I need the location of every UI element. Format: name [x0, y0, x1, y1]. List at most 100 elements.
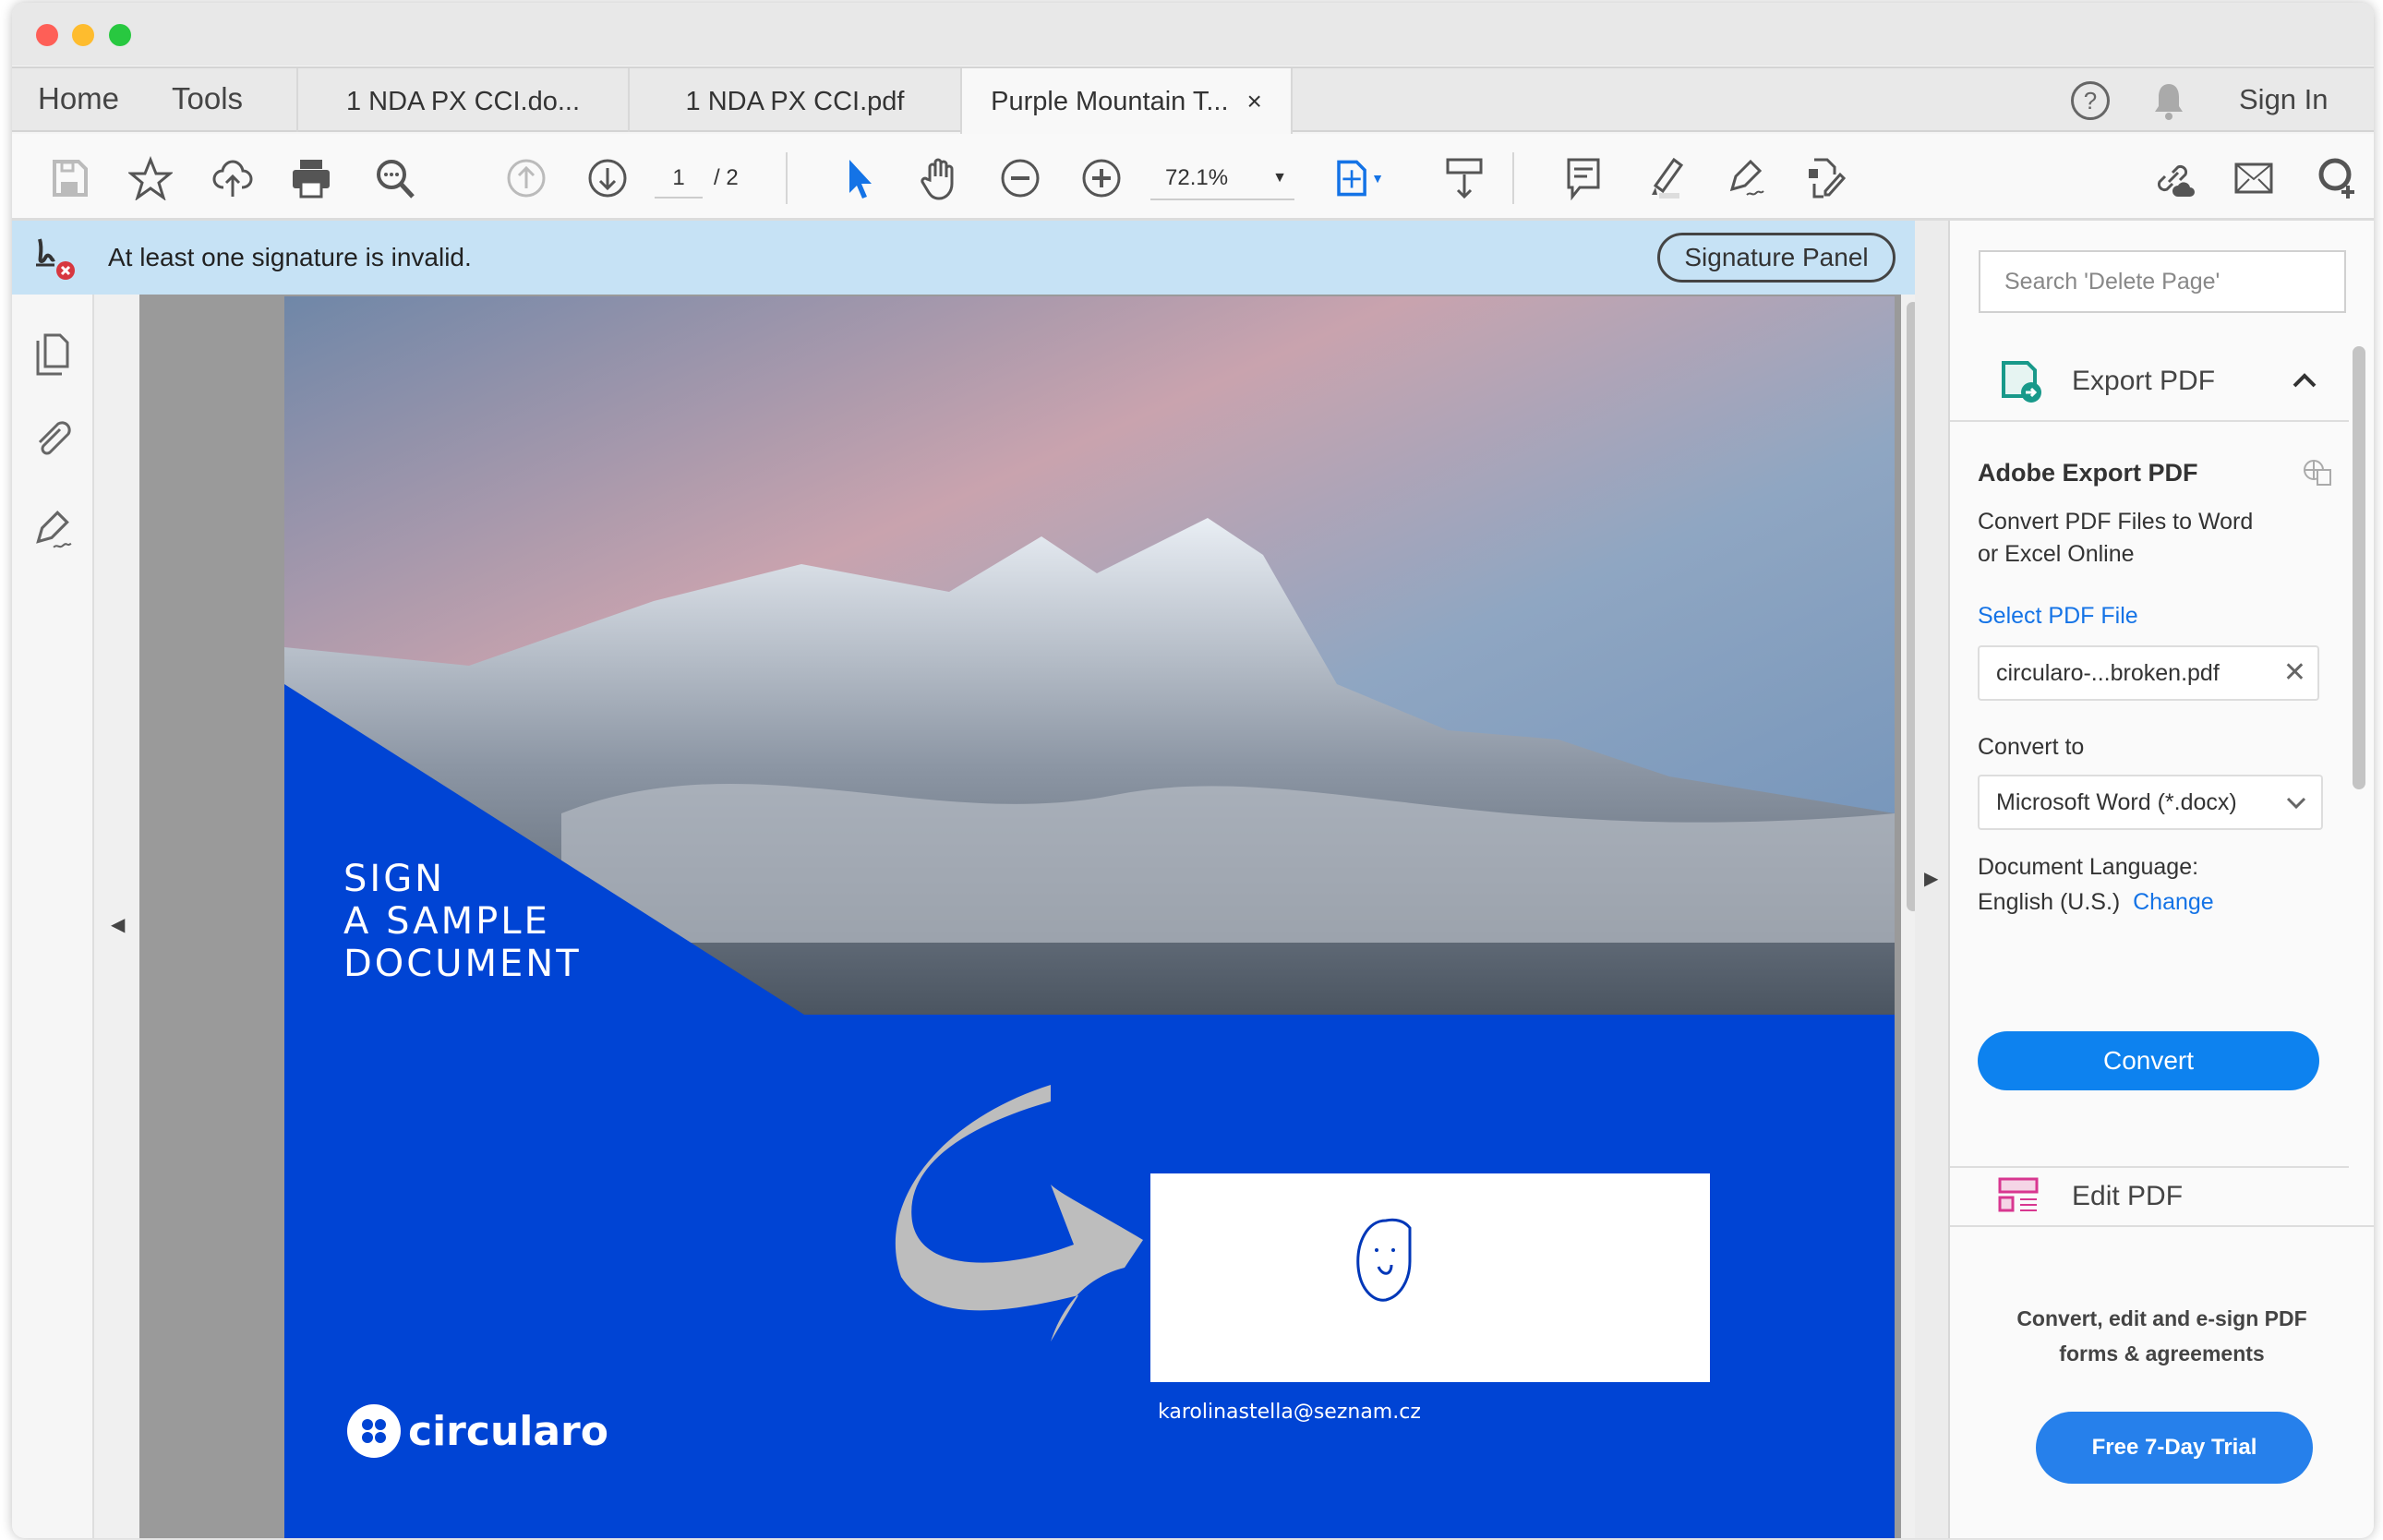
description-line: or Excel Online — [1978, 541, 2135, 567]
page-total: / 2 — [714, 165, 739, 190]
nav-home[interactable]: Home — [38, 68, 119, 132]
tab-document-active[interactable]: Purple Mountain T... × — [960, 68, 1293, 134]
left-navigation-pane — [12, 295, 94, 1538]
zoom-level-select[interactable]: 72.1% ▼ — [1150, 160, 1294, 200]
tab-label: Purple Mountain T... — [991, 87, 1229, 116]
tools-pane: Search 'Delete Page' Export PDF Adobe Ex… — [1950, 221, 2374, 1538]
share-link-icon[interactable] — [2147, 152, 2198, 204]
promo-text: Convert, edit and e-sign PDF forms & agr… — [1950, 1301, 2374, 1371]
signature-box[interactable] — [1150, 1173, 1710, 1382]
fill-sign-icon[interactable] — [1719, 152, 1771, 204]
convert-button[interactable]: Convert — [1978, 1031, 2319, 1090]
chevron-down-icon: ▼ — [1272, 170, 1287, 186]
attachments-icon[interactable] — [32, 416, 73, 463]
edit-pdf-tool-icon — [1998, 1177, 2039, 1212]
promo-divider — [1950, 1225, 2374, 1227]
free-trial-button[interactable]: Free 7-Day Trial — [2036, 1412, 2313, 1484]
zoom-level-value: 72.1% — [1165, 165, 1229, 190]
signature-panel-button[interactable]: Signature Panel — [1657, 233, 1896, 283]
hand-tool-icon[interactable] — [913, 152, 965, 204]
tools-pane-scrollbar[interactable] — [2353, 346, 2365, 789]
scrolling-mode-icon[interactable] — [1438, 152, 1490, 204]
tab-close-icon[interactable]: × — [1247, 87, 1262, 115]
pdf-page: SIGN A SAMPLE DOCUMENT karolinastella@se… — [284, 296, 1895, 1538]
language-value: English (U.S.) — [1978, 889, 2121, 915]
nav-tools[interactable]: Tools — [172, 68, 243, 132]
section-title: Adobe Export PDF — [1978, 459, 2198, 487]
minimize-window-button[interactable] — [72, 24, 94, 46]
export-pdf-title: Export PDF — [2072, 366, 2216, 396]
change-language-link[interactable]: Change — [2133, 889, 2214, 915]
tab-document-2[interactable]: 1 NDA PX CCI.pdf — [628, 68, 960, 132]
print-icon[interactable] — [285, 152, 337, 204]
headline-line: DOCUMENT — [343, 943, 582, 985]
bookmark-star-icon[interactable] — [125, 152, 176, 204]
headline-line: A SAMPLE — [343, 900, 550, 943]
tab-bar: Home Tools 1 NDA PX CCI.do... 1 NDA PX C… — [12, 66, 2374, 134]
clear-file-icon[interactable]: ✕ — [2283, 647, 2306, 699]
fit-page-icon[interactable]: ▼ — [1332, 152, 1384, 204]
toolbar-divider — [1512, 152, 1514, 204]
previous-page-icon[interactable] — [500, 152, 552, 204]
headline-line: SIGN — [343, 858, 446, 900]
help-icon[interactable]: ? — [2071, 81, 2110, 120]
promo-line: Convert, edit and e-sign PDF — [2016, 1306, 2307, 1330]
convert-to-label: Convert to — [1978, 734, 2085, 760]
find-icon[interactable] — [369, 152, 421, 204]
toolbar-divider — [786, 152, 788, 204]
select-pdf-file-link[interactable]: Select PDF File — [1978, 603, 2138, 630]
chevron-up-icon[interactable] — [2292, 372, 2317, 389]
highlight-icon[interactable] — [1639, 152, 1691, 204]
bell-icon[interactable] — [2150, 81, 2187, 122]
page-thumbnails-icon[interactable] — [32, 331, 73, 378]
tab-label: 1 NDA PX CCI.do... — [345, 87, 581, 116]
signature-alert-bar: At least one signature is invalid. Signa… — [12, 221, 1915, 295]
collapse-right-pane-icon[interactable]: ▶ — [1924, 867, 1938, 890]
export-pdf-header[interactable]: Export PDF — [1950, 341, 2349, 422]
zoom-out-icon[interactable] — [994, 152, 1046, 204]
select-tool-icon[interactable] — [833, 152, 885, 204]
file-name: circularo-...broken.pdf — [1996, 660, 2220, 686]
document-headline: SIGN A SAMPLE DOCUMENT — [343, 858, 582, 985]
circularo-logo: circularo — [347, 1404, 608, 1458]
convert-to-value: Microsoft Word (*.docx) — [1996, 789, 2237, 815]
signer-email: karolinastella@seznam.cz — [1158, 1401, 1421, 1424]
close-window-button[interactable] — [36, 24, 58, 46]
page-number-input[interactable]: 1 — [655, 160, 703, 199]
next-page-icon[interactable] — [582, 152, 633, 204]
collapse-left-pane-icon[interactable]: ◀ — [111, 913, 125, 936]
save-icon[interactable] — [43, 152, 95, 204]
edit-pdf-header[interactable]: Edit PDF — [1950, 1168, 2349, 1225]
tab-document-1[interactable]: 1 NDA PX CCI.do... — [296, 68, 628, 132]
right-pane-divider: ▶ — [1915, 221, 1950, 1538]
comment-icon[interactable] — [1558, 152, 1609, 204]
tools-search-input[interactable]: Search 'Delete Page' — [1979, 250, 2346, 313]
language-label: Document Language: — [1978, 854, 2199, 880]
zoom-in-icon[interactable] — [1076, 152, 1127, 204]
document-view: ◀ SIGN A SAMPLE DOCUMENT karolinastella@… — [94, 295, 1920, 1538]
zoom-window-button[interactable] — [109, 24, 131, 46]
language-row: English (U.S.) Change — [1978, 889, 2214, 916]
upload-cloud-icon[interactable] — [207, 152, 259, 204]
edit-pdf-title: Edit PDF — [2072, 1181, 2184, 1211]
export-pdf-icon — [2002, 361, 2041, 403]
alert-message: At least one signature is invalid. — [108, 243, 472, 271]
selected-file-field[interactable]: circularo-...broken.pdf ✕ — [1978, 645, 2319, 701]
signatures-icon[interactable] — [29, 507, 75, 553]
promo-line: forms & agreements — [2059, 1341, 2265, 1366]
brand-name: circularo — [408, 1407, 608, 1455]
add-user-icon[interactable] — [2311, 152, 2363, 204]
edit-pdf-icon[interactable] — [1799, 152, 1851, 204]
online-service-icon — [2304, 460, 2331, 486]
email-icon[interactable] — [2228, 152, 2280, 204]
acrobat-window: Home Tools 1 NDA PX CCI.do... 1 NDA PX C… — [12, 3, 2374, 1538]
description-line: Convert PDF Files to Word — [1978, 509, 2254, 535]
tab-label: 1 NDA PX CCI.pdf — [685, 87, 905, 116]
toolbar: 1 / 2 72.1% ▼ ▼ — [12, 134, 2374, 221]
convert-to-select[interactable]: Microsoft Word (*.docx) — [1978, 775, 2323, 830]
invalid-signature-icon — [36, 238, 75, 280]
signature-drawing — [1356, 1218, 1412, 1302]
sign-in-link[interactable]: Sign In — [2239, 68, 2329, 131]
title-bar — [12, 3, 2374, 66]
circularo-logo-icon — [347, 1404, 401, 1458]
